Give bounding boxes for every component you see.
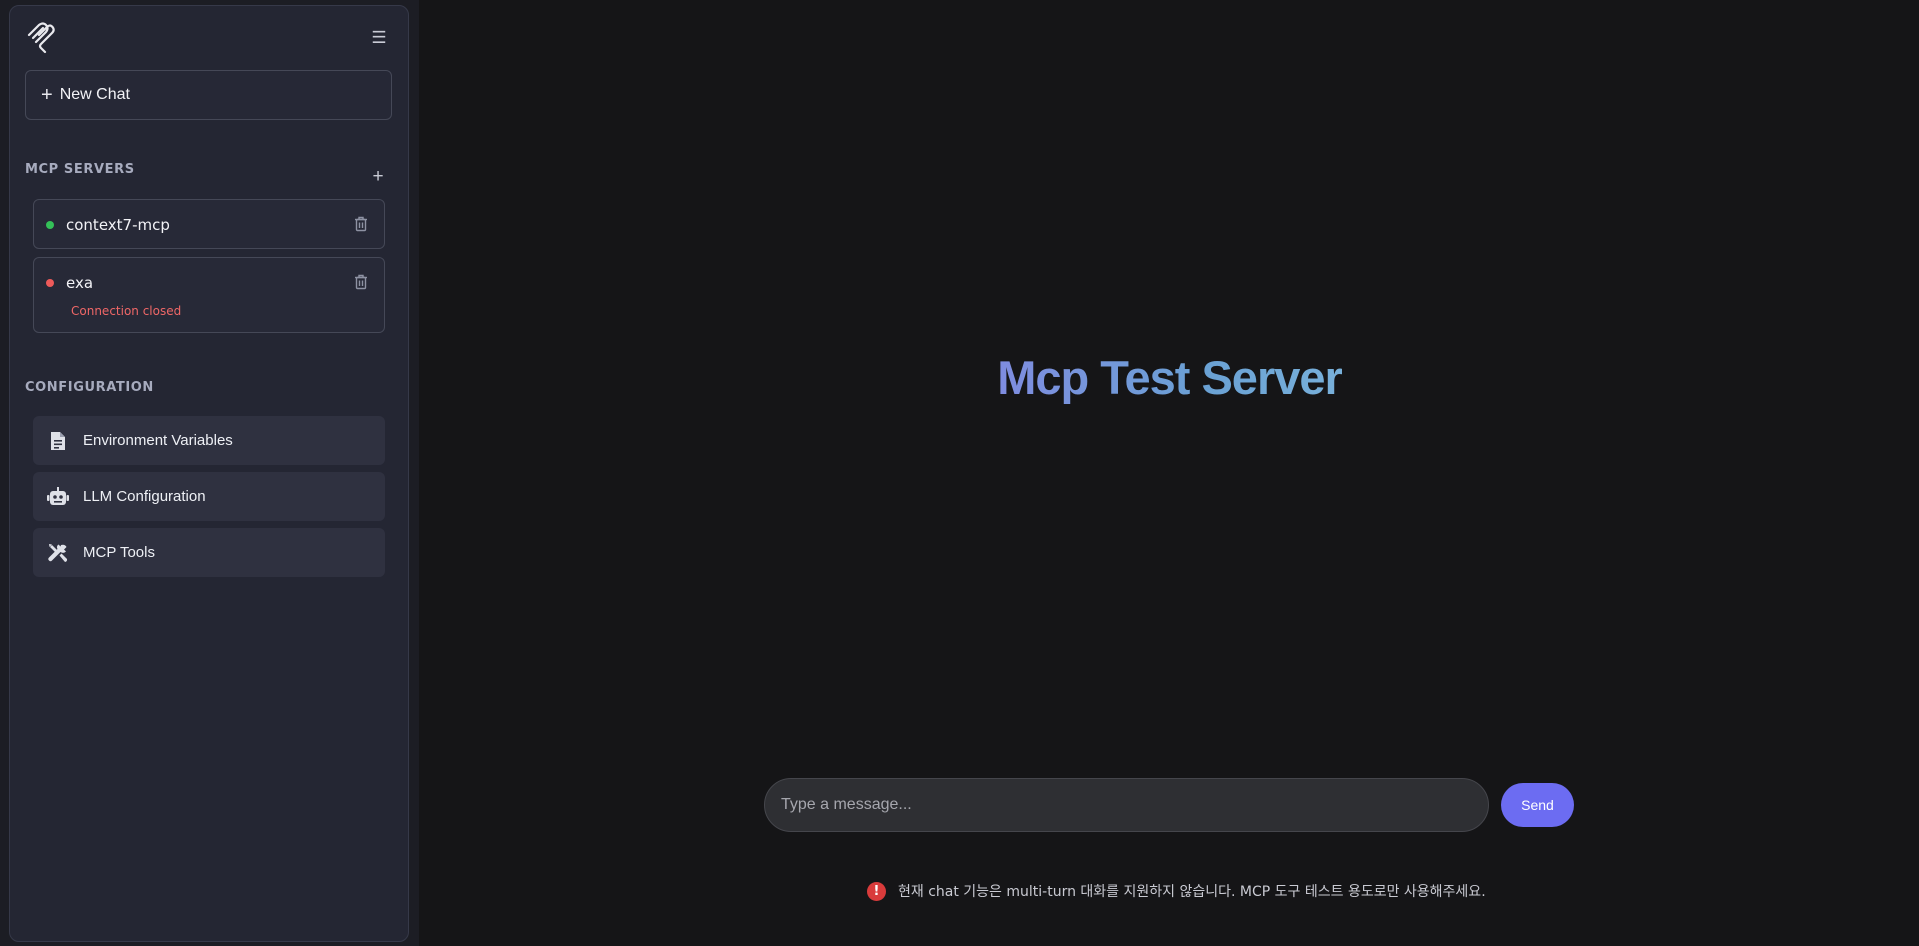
server-error-text: Connection closed (71, 304, 182, 318)
message-input[interactable] (764, 778, 1489, 832)
robot-icon (47, 486, 69, 508)
notice: ! 현재 chat 기능은 multi-turn 대화를 지원하지 않습니다. … (867, 881, 1486, 901)
status-dot-connected (46, 221, 54, 229)
plus-icon: + (41, 84, 53, 106)
app-logo-icon[interactable] (25, 22, 55, 54)
server-item-context7-mcp[interactable]: context7-mcp (33, 199, 385, 249)
menu-icon[interactable]: ☰ (368, 28, 390, 48)
config-item-llm-configuration[interactable]: LLM Configuration (33, 472, 385, 521)
new-chat-label: New Chat (59, 86, 130, 103)
warning-icon: ! (867, 881, 886, 901)
page-title: Mcp Test Server (420, 350, 1919, 405)
notice-text: 현재 chat 기능은 multi-turn 대화를 지원하지 않습니다. MC… (898, 884, 1486, 900)
tools-icon (47, 542, 69, 564)
add-server-icon[interactable]: + (368, 167, 388, 187)
config-item-environment-variables[interactable]: Environment Variables (33, 416, 385, 465)
sidebar: ☰ + New Chat MCP SERVERS + context7-mcp … (9, 5, 409, 942)
trash-icon[interactable] (354, 216, 368, 232)
config-item-mcp-tools[interactable]: MCP Tools (33, 528, 385, 577)
config-item-label: Environment Variables (83, 432, 233, 449)
config-item-label: MCP Tools (83, 544, 155, 561)
configuration-title: CONFIGURATION (25, 380, 154, 395)
page-title-text: Mcp Test Server (997, 351, 1343, 404)
send-button[interactable]: Send (1501, 783, 1574, 827)
trash-icon[interactable] (354, 274, 368, 290)
document-icon (47, 430, 69, 452)
config-item-label: LLM Configuration (83, 488, 206, 505)
mcp-servers-title: MCP SERVERS (25, 162, 135, 177)
new-chat-button[interactable]: + New Chat (25, 70, 392, 120)
status-dot-error (46, 279, 54, 287)
server-item-exa[interactable]: exa Connection closed (33, 257, 385, 333)
sidebar-background: ☰ + New Chat MCP SERVERS + context7-mcp … (0, 0, 419, 946)
server-name: exa (66, 274, 94, 292)
server-name: context7-mcp (66, 216, 170, 234)
